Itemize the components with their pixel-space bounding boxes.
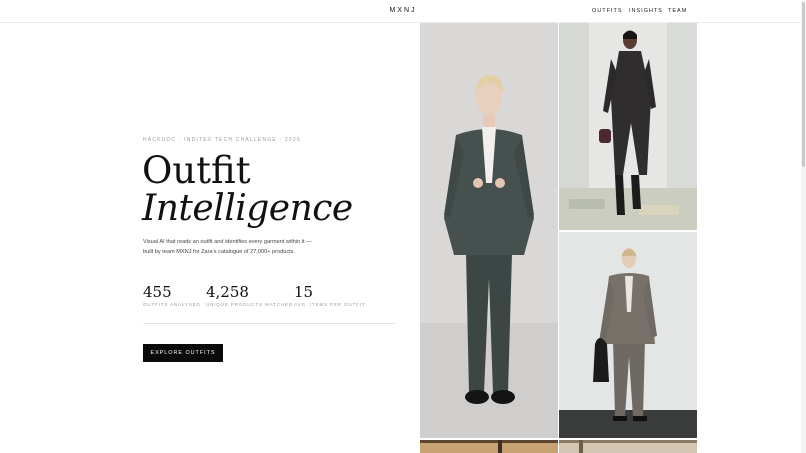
stat-outfits-analysed: 455 OUTFITS ANALYSED <box>143 283 201 307</box>
hero-title-line-1: Outfit <box>142 149 251 192</box>
explore-outfits-button[interactable]: EXPLORE OUTFITS <box>143 344 223 362</box>
outfit-photo-child-suit[interactable] <box>420 23 558 438</box>
top-navigation-bar: MXNJ OUTFITS INSIGHTS TEAM <box>0 0 806 23</box>
hero-title: Outfit Intelligence <box>142 152 353 228</box>
stat-unique-products: 4,258 UNIQUE PRODUCTS MATCHED <box>206 283 293 307</box>
stat-value: 15 <box>294 283 314 301</box>
stat-label: OUTFITS ANALYSED <box>143 302 201 307</box>
stat-value: 4,258 <box>206 283 249 301</box>
outfit-photo-partial[interactable] <box>420 440 558 453</box>
page-scrollbar[interactable] <box>801 0 806 453</box>
nav-link-team[interactable]: TEAM <box>668 8 687 14</box>
hero-eyebrow: HACKUDC · INDITEX TECH CHALLENGE · 2026 <box>143 137 301 143</box>
nav-link-outfits[interactable]: OUTFITS <box>592 8 623 14</box>
outfit-photo-illustration <box>559 23 697 230</box>
outfit-photo-illustration <box>420 440 558 453</box>
nav-link-insights[interactable]: INSIGHTS <box>629 8 663 14</box>
hero-title-line-2: Intelligence <box>142 188 353 229</box>
stat-avg-items: 15 AVG. ITEMS PER OUTFIT <box>294 283 365 307</box>
outfit-photo-partial[interactable] <box>559 440 697 453</box>
outfit-photo-illustration <box>559 440 697 453</box>
stat-label: AVG. ITEMS PER OUTFIT <box>294 302 366 307</box>
stat-label: UNIQUE PRODUCTS MATCHED <box>206 302 293 307</box>
stats-divider <box>143 323 395 324</box>
hero-description: Visual AI that reads an outfit and ident… <box>143 239 312 255</box>
scrollbar-thumb[interactable] <box>802 2 805 167</box>
outfit-photo-illustration <box>420 23 558 438</box>
outfit-photo-dark-jumpsuit[interactable] <box>559 23 697 230</box>
outfit-photo-illustration <box>559 232 697 438</box>
stat-value: 455 <box>143 283 172 301</box>
outfit-photo-grey-suit[interactable] <box>559 232 697 438</box>
